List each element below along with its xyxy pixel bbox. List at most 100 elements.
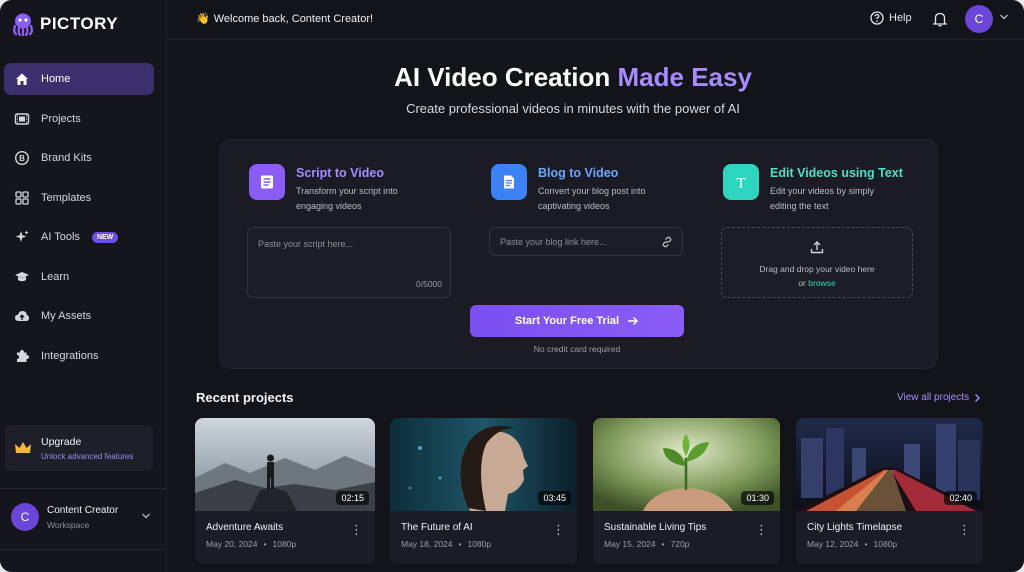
upgrade-card[interactable]: Upgrade Unlock advanced features — [5, 425, 153, 471]
graduation-cap-icon — [13, 268, 31, 286]
text-t-icon: T — [723, 164, 759, 200]
project-card[interactable]: 02:15 Adventure Awaits May 20, 2024 • 108… — [195, 418, 375, 564]
bell-icon — [931, 12, 949, 27]
upgrade-title: Upgrade — [41, 435, 82, 448]
card-description: Transform your script into engaging vide… — [296, 186, 398, 211]
sidebar-item-integrations[interactable]: Integrations — [4, 340, 154, 372]
user-name: Content Creator — [47, 504, 119, 516]
chevron-down-icon — [141, 512, 151, 523]
browse-link[interactable]: browse — [808, 278, 835, 288]
sidebar-nav: Home Projects B Brand Kits Templates AI … — [4, 63, 154, 379]
page-subtitle: Create professional videos in minutes wi… — [406, 101, 740, 116]
script-to-video-card[interactable]: Script to Video Transform your script in… — [249, 164, 426, 214]
blog-link-input[interactable]: Paste your blog link here... — [489, 227, 683, 256]
blog-document-icon — [491, 164, 527, 200]
sidebar: PICTORY Home Projects B Brand Kits Templ… — [0, 0, 167, 572]
sidebar-item-label: Home — [41, 73, 71, 85]
project-card[interactable]: 03:45 The Future of AI May 18, 2024 • 108… — [390, 418, 577, 564]
sidebar-item-projects[interactable]: Projects — [4, 103, 154, 135]
logo[interactable]: PICTORY — [10, 12, 118, 36]
edit-videos-card[interactable]: T Edit Videos using Text Edit your video… — [723, 164, 903, 214]
sidebar-item-home[interactable]: Home — [4, 63, 154, 95]
project-card[interactable]: 02:40 City Lights Timelapse May 12, 2024… — [796, 418, 983, 564]
more-options-icon[interactable]: ⋮ — [755, 523, 768, 536]
project-date: May 15, 2024 — [604, 539, 656, 549]
more-options-icon[interactable]: ⋮ — [552, 523, 565, 536]
puzzle-icon — [13, 347, 31, 365]
card-description: Convert your blog post into captivating … — [538, 186, 646, 211]
brand-name: PICTORY — [40, 14, 119, 33]
title-main: AI Video Creation — [394, 62, 618, 92]
help-button[interactable]: Help — [870, 11, 912, 25]
project-quality: 1080p — [467, 539, 492, 549]
more-options-icon[interactable]: ⋮ — [350, 523, 363, 536]
project-meta: May 15, 2024 • 720p — [604, 539, 690, 549]
dropzone-or-line: or browse — [722, 278, 912, 288]
more-options-icon[interactable]: ⋮ — [958, 523, 971, 536]
sidebar-item-label: Templates — [41, 191, 92, 204]
workspace-switcher[interactable]: C Content Creator Workspace — [11, 503, 151, 531]
page-title: AI Video Creation Made Easy — [167, 62, 979, 93]
sidebar-divider — [0, 549, 166, 550]
video-dropzone[interactable]: Drag and drop your video here or browse — [721, 227, 913, 298]
sidebar-item-templates[interactable]: Templates — [4, 182, 154, 214]
project-thumbnail[interactable]: 03:45 — [390, 418, 577, 511]
project-quality: 1080p — [272, 539, 297, 549]
crown-icon — [15, 442, 31, 453]
project-thumbnail[interactable]: 02:40 — [796, 418, 983, 511]
upgrade-subtitle: Unlock advanced features — [41, 451, 134, 461]
project-name: City Lights Timelapse — [807, 522, 903, 533]
upload-icon — [810, 241, 824, 254]
home-icon — [13, 70, 31, 88]
project-date: May 12, 2024 — [807, 539, 859, 549]
duration-badge: 03:45 — [538, 491, 571, 505]
duration-badge: 01:30 — [741, 491, 774, 505]
notifications-button[interactable] — [931, 11, 949, 32]
workspace-label: Workspace — [47, 519, 90, 530]
cloud-upload-icon — [13, 307, 31, 325]
card-title: Edit Videos using Text — [770, 166, 903, 180]
view-all-label: View all projects — [897, 392, 970, 403]
no-credit-card-note: No credit card required — [533, 344, 621, 354]
card-description: Edit your videos by simply editing the t… — [770, 186, 875, 211]
card-title: Script to Video — [296, 166, 384, 180]
sidebar-item-label: Learn — [41, 270, 70, 283]
view-all-projects-link[interactable]: View all projects — [897, 392, 981, 403]
user-avatar-button[interactable]: C — [965, 5, 993, 33]
start-free-trial-button[interactable]: Start Your Free Trial — [470, 305, 684, 337]
sidebar-item-ai-tools[interactable]: AI Tools NEW — [4, 221, 154, 253]
project-meta: May 18, 2024 • 1080p — [401, 539, 492, 549]
sidebar-item-label: Integrations — [41, 349, 99, 362]
project-name: Sustainable Living Tips — [604, 522, 707, 533]
svg-text:T: T — [736, 176, 745, 192]
link-icon — [662, 236, 672, 248]
project-name: The Future of AI — [401, 522, 473, 533]
film-icon — [13, 110, 31, 128]
sidebar-item-learn[interactable]: Learn — [4, 261, 154, 293]
project-thumbnail[interactable]: 01:30 — [593, 418, 780, 511]
chevron-down-icon[interactable] — [999, 13, 1009, 24]
recent-projects-heading: Recent projects — [196, 390, 294, 405]
blog-to-video-card[interactable]: Blog to Video Convert your blog post int… — [491, 164, 668, 214]
sidebar-item-my-assets[interactable]: My Assets — [4, 300, 154, 332]
new-badge: NEW — [91, 231, 119, 243]
project-name: Adventure Awaits — [206, 522, 284, 533]
avatar: C — [11, 503, 39, 531]
script-input[interactable]: Paste your script here... 0/5000 — [247, 227, 451, 298]
wave-icon: 👋 — [196, 13, 210, 25]
welcome-message: 👋 Welcome back, Content Creator! — [196, 12, 373, 26]
main-content: 👋 Welcome back, Content Creator! Help C … — [167, 0, 1024, 572]
card-title: Blog to Video — [538, 166, 619, 180]
sidebar-item-brand-kits[interactable]: B Brand Kits — [4, 142, 154, 174]
cta-label: Start Your Free Trial — [514, 315, 620, 327]
svg-text:B: B — [19, 154, 25, 163]
project-date: May 20, 2024 — [206, 539, 258, 549]
project-thumbnail[interactable]: 02:15 — [195, 418, 375, 511]
or-text: or — [798, 278, 806, 288]
sparkle-icon — [13, 228, 31, 246]
project-quality: 1080p — [873, 539, 898, 549]
sidebar-item-label: Projects — [41, 112, 81, 125]
project-card[interactable]: 01:30 Sustainable Living Tips May 15, 20… — [593, 418, 780, 564]
character-counter: 0/5000 — [416, 279, 442, 289]
chevron-right-icon — [975, 393, 981, 402]
